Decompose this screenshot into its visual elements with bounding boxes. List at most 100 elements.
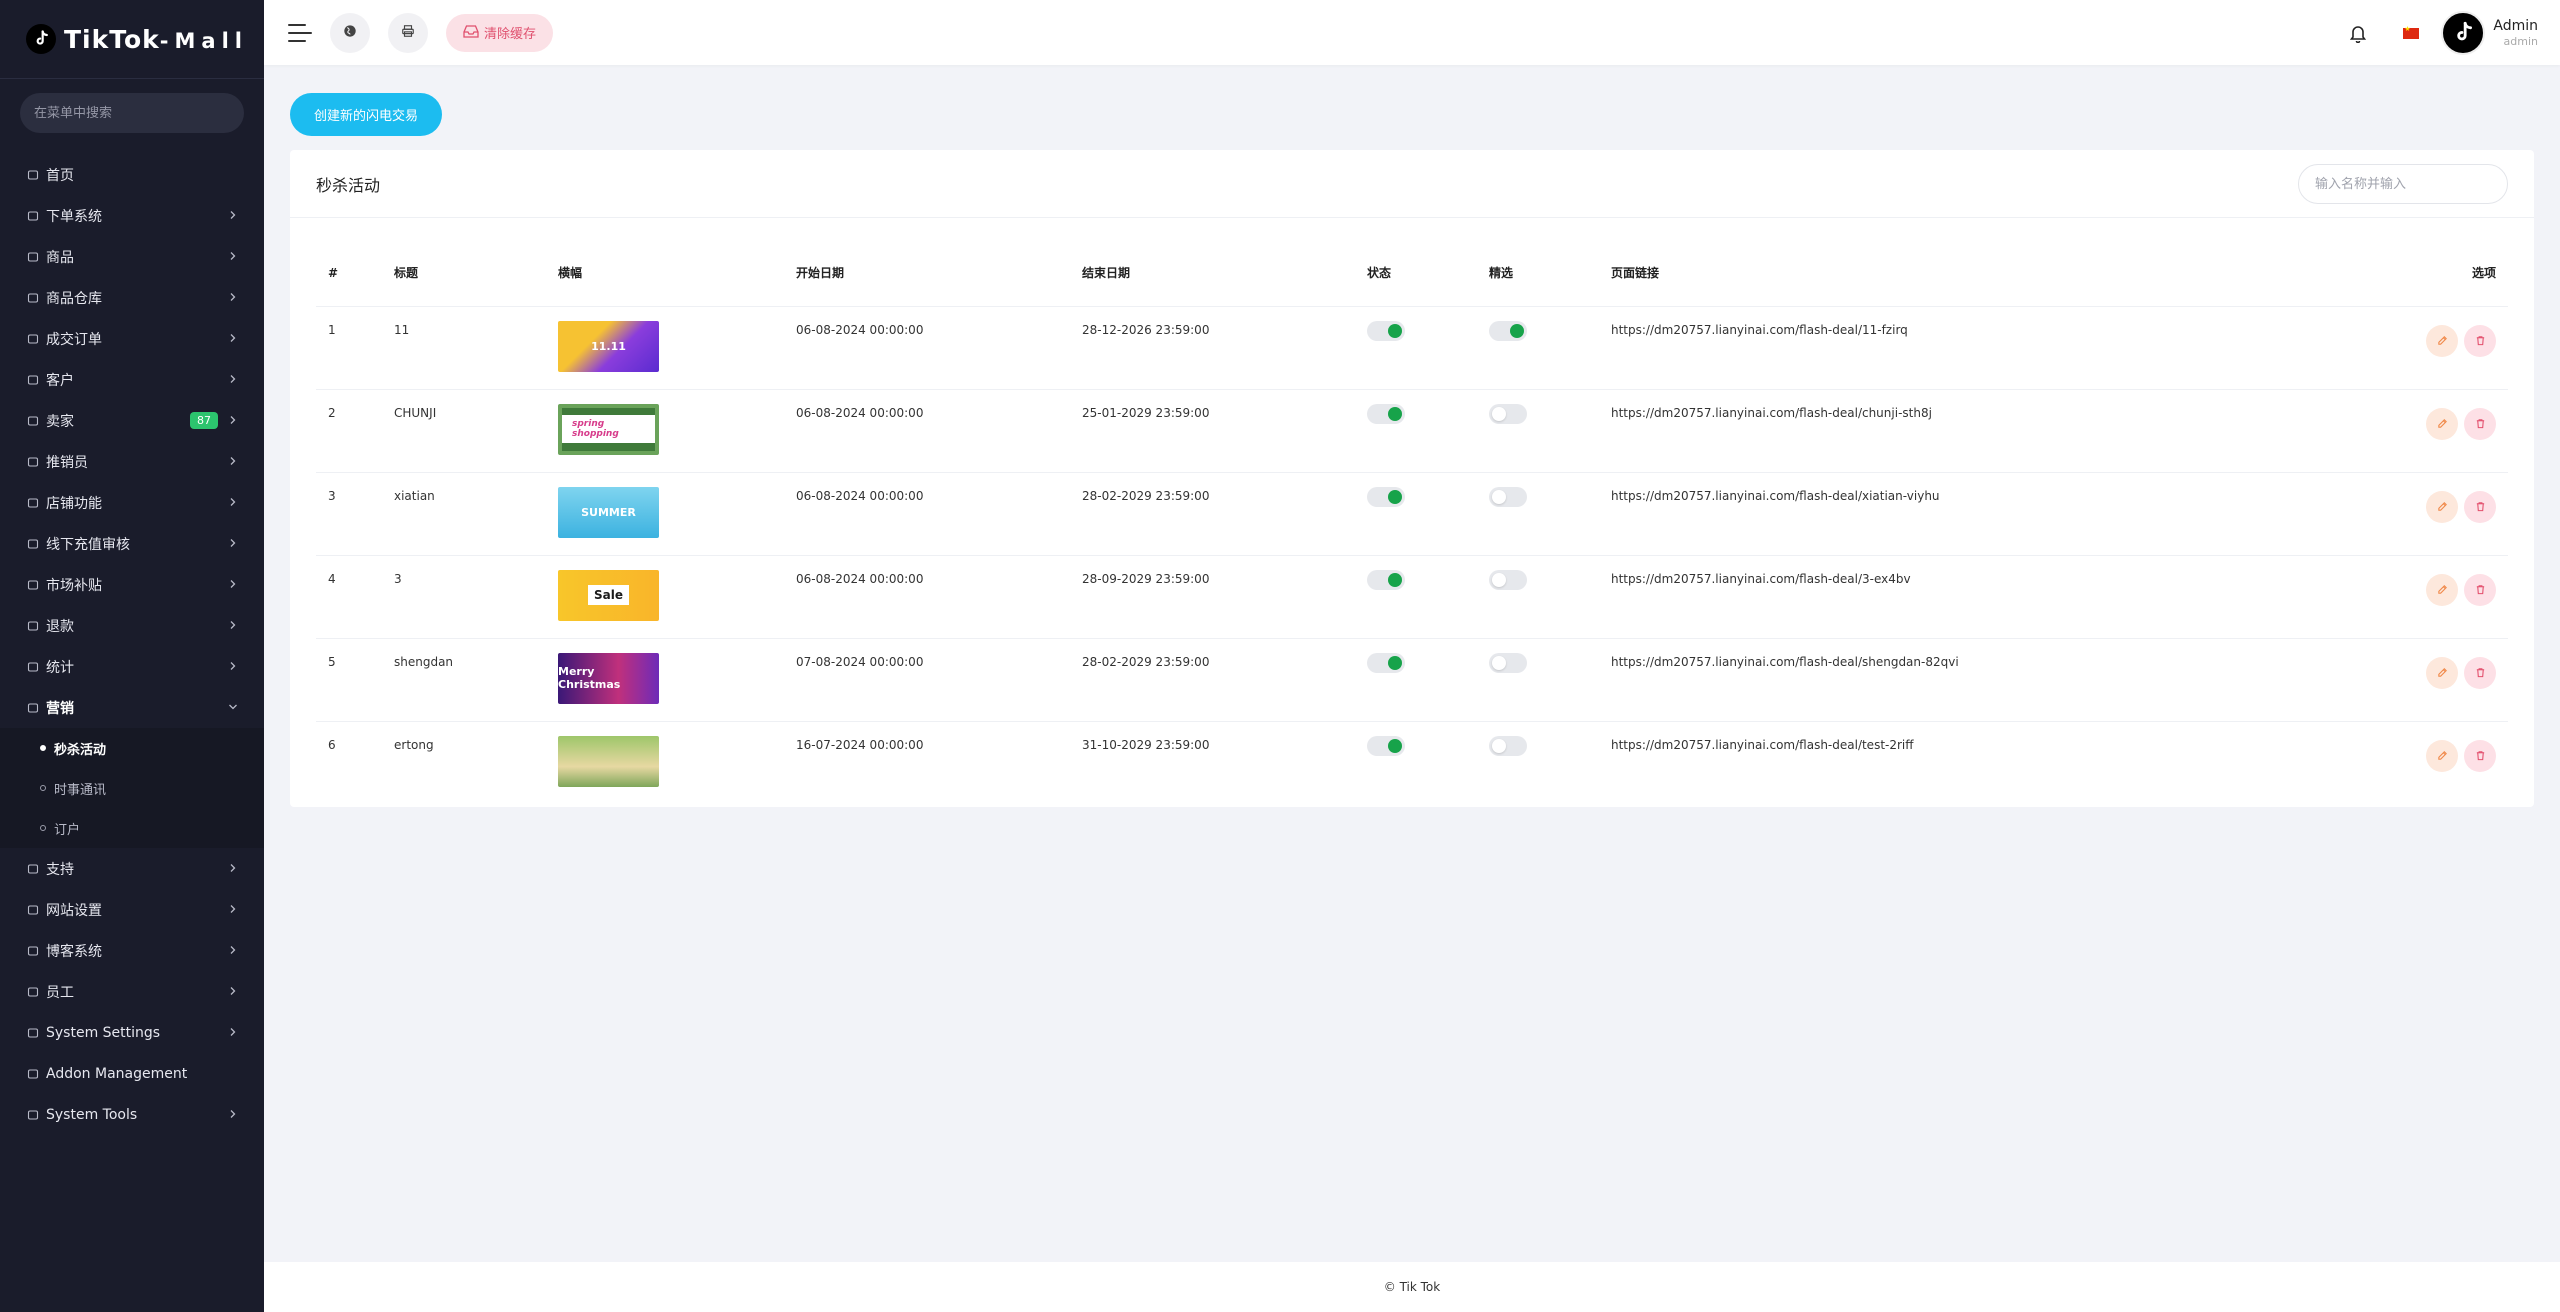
edit-button[interactable]: [2426, 324, 2458, 357]
trash-icon: [2476, 751, 2484, 761]
row-featured-cell: [1477, 472, 1599, 556]
name-search-input[interactable]: [2298, 164, 2508, 204]
delete-button[interactable]: [2464, 490, 2496, 523]
table-row: 3 xiatian SUMMER 06-08-2024 00:00:00 28-02-2…: [316, 472, 2508, 556]
banner-image: Sale: [558, 569, 659, 621]
row-page-link[interactable]: https://dm20757.lianyinai.com/flash-deal…: [1599, 555, 2199, 639]
bell-icon[interactable]: [2349, 23, 2367, 43]
chevron-right-icon: [228, 372, 238, 388]
edit-button[interactable]: [2426, 573, 2458, 606]
row-status-cell: [1355, 638, 1477, 722]
sidebar-item-user-items6[interactable]: 卖家 87: [0, 400, 264, 441]
row-banner-cell: 11.11: [546, 306, 784, 390]
row-options: [2199, 721, 2508, 804]
status-toggle[interactable]: [1367, 486, 1405, 507]
delete-button[interactable]: [2464, 573, 2496, 606]
monitor-icon: [26, 903, 40, 917]
row-status-cell: [1355, 472, 1477, 556]
featured-toggle[interactable]: [1489, 569, 1527, 590]
sidebar-item-label: 客户: [46, 372, 74, 389]
delete-button[interactable]: [2464, 656, 2496, 689]
edit-button[interactable]: [2426, 407, 2458, 440]
globe-button[interactable]: [330, 12, 370, 53]
edit-button[interactable]: [2426, 739, 2458, 772]
sidebar-item-users-items5[interactable]: 客户: [0, 359, 264, 400]
sidebar-item-blog-items_after2[interactable]: 博客系统: [0, 930, 264, 971]
row-page-link[interactable]: https://dm20757.lianyinai.com/flash-deal…: [1599, 721, 2199, 804]
sidebar-item-label: 线下充值审核: [46, 536, 130, 553]
menu-toggle-icon[interactable]: [288, 23, 312, 42]
featured-toggle[interactable]: [1489, 735, 1527, 756]
delete-button[interactable]: [2464, 324, 2496, 357]
print-button[interactable]: [388, 12, 428, 53]
trash-icon: [2476, 502, 2484, 512]
bag-icon: [26, 250, 40, 264]
addon-icon: [26, 1067, 40, 1081]
sidebar-item-monitor-items_after1[interactable]: 网站设置: [0, 889, 264, 930]
sidebar-item-tools-items_after6[interactable]: System Tools: [0, 1094, 264, 1135]
row-options: [2199, 638, 2508, 722]
sidebar-item-orders-items4[interactable]: 成交订单: [0, 318, 264, 359]
sidebar-item-link-items_after0[interactable]: 支持: [0, 848, 264, 889]
sidebar-item-recharge-items9[interactable]: 线下充值审核: [0, 523, 264, 564]
sidebar-item-settings-items_after4[interactable]: System Settings: [0, 1012, 264, 1053]
marketing-submenu: 秒杀活动 时事通讯 订户: [0, 728, 264, 848]
sidebar-item-label: Addon Management: [46, 1065, 188, 1082]
brand[interactable]: TikTok-Mall: [0, 0, 264, 79]
featured-toggle[interactable]: [1489, 403, 1527, 424]
sidebar-item-list-items1[interactable]: 下单系统: [0, 195, 264, 236]
sidebar-item-addon-items_after5[interactable]: Addon Management: [0, 1053, 264, 1094]
table-row: 5 shengdan Merry Christmas 07-08-2024 00:00…: [316, 638, 2508, 722]
featured-toggle[interactable]: [1489, 486, 1527, 507]
edit-button[interactable]: [2426, 490, 2458, 523]
edit-button[interactable]: [2426, 656, 2458, 689]
chevron-right-icon: [228, 1025, 238, 1041]
featured-toggle[interactable]: [1489, 320, 1527, 341]
row-page-link[interactable]: https://dm20757.lianyinai.com/flash-deal…: [1599, 389, 2199, 473]
row-page-link[interactable]: https://dm20757.lianyinai.com/flash-deal…: [1599, 306, 2199, 390]
featured-toggle[interactable]: [1489, 652, 1527, 673]
col-number: #: [316, 240, 382, 307]
create-flash-deal-button[interactable]: 创建新的闪电交易: [290, 93, 442, 136]
status-toggle[interactable]: [1367, 320, 1405, 341]
sidebar: TikTok-Mall 首页下单系统商品商品仓库成交订单客户卖家 87 推销员店铺功…: [0, 0, 264, 1312]
sidebar-item-refund-items11[interactable]: 退款: [0, 605, 264, 646]
settings-icon: [26, 1026, 40, 1040]
sidebar-item-user-items8[interactable]: 店铺功能: [0, 482, 264, 523]
china-flag-icon[interactable]: [2403, 25, 2420, 39]
sidebar-item-user-items7[interactable]: 推销员: [0, 441, 264, 482]
row-featured-cell: [1477, 555, 1599, 639]
clear-cache-button[interactable]: 清除缓存: [446, 13, 554, 52]
delete-button[interactable]: [2464, 407, 2496, 440]
row-end-date: 31-10-2029 23:59:00: [1082, 737, 1210, 752]
row-number: 5: [316, 638, 382, 722]
submenu-item[interactable]: 秒杀活动: [0, 728, 264, 768]
topbar: 清除缓存 Admin admin: [264, 0, 2560, 65]
sidebar-item-warehouse-items3[interactable]: 商品仓库: [0, 277, 264, 318]
submenu-item[interactable]: 时事通讯: [0, 768, 264, 808]
menu-search-input[interactable]: [20, 93, 244, 133]
sidebar-item-bag-items2[interactable]: 商品: [0, 236, 264, 277]
sidebar-item-stats-items12[interactable]: 统计: [0, 646, 264, 687]
sidebar-item-staff-items_after3[interactable]: 员工: [0, 971, 264, 1012]
submenu-item[interactable]: 订户: [0, 808, 264, 848]
user-info[interactable]: Admin admin: [2493, 18, 2538, 49]
sidebar-item-label: 营销: [46, 700, 74, 717]
sidebar-item-label: 网站设置: [46, 902, 102, 919]
banner-image: SUMMER: [558, 486, 659, 538]
avatar[interactable]: [2441, 11, 2486, 55]
status-toggle[interactable]: [1367, 403, 1405, 424]
status-toggle[interactable]: [1367, 652, 1405, 673]
delete-button[interactable]: [2464, 739, 2496, 772]
status-toggle[interactable]: [1367, 569, 1405, 590]
sidebar-item-home-items0[interactable]: 首页: [0, 154, 264, 195]
footer-text: © Tik Tok: [1383, 1280, 1441, 1294]
row-page-link[interactable]: https://dm20757.lianyinai.com/flash-deal…: [1599, 638, 2199, 722]
col-featured: 精选: [1477, 240, 1599, 307]
status-toggle[interactable]: [1367, 735, 1405, 756]
sidebar-item-link-items10[interactable]: 市场补贴: [0, 564, 264, 605]
user-name: Admin: [2493, 17, 2538, 34]
row-featured-cell: [1477, 638, 1599, 722]
row-page-link[interactable]: https://dm20757.lianyinai.com/flash-deal…: [1599, 472, 2199, 556]
sidebar-item-megaphone-items13[interactable]: 营销: [0, 687, 264, 728]
